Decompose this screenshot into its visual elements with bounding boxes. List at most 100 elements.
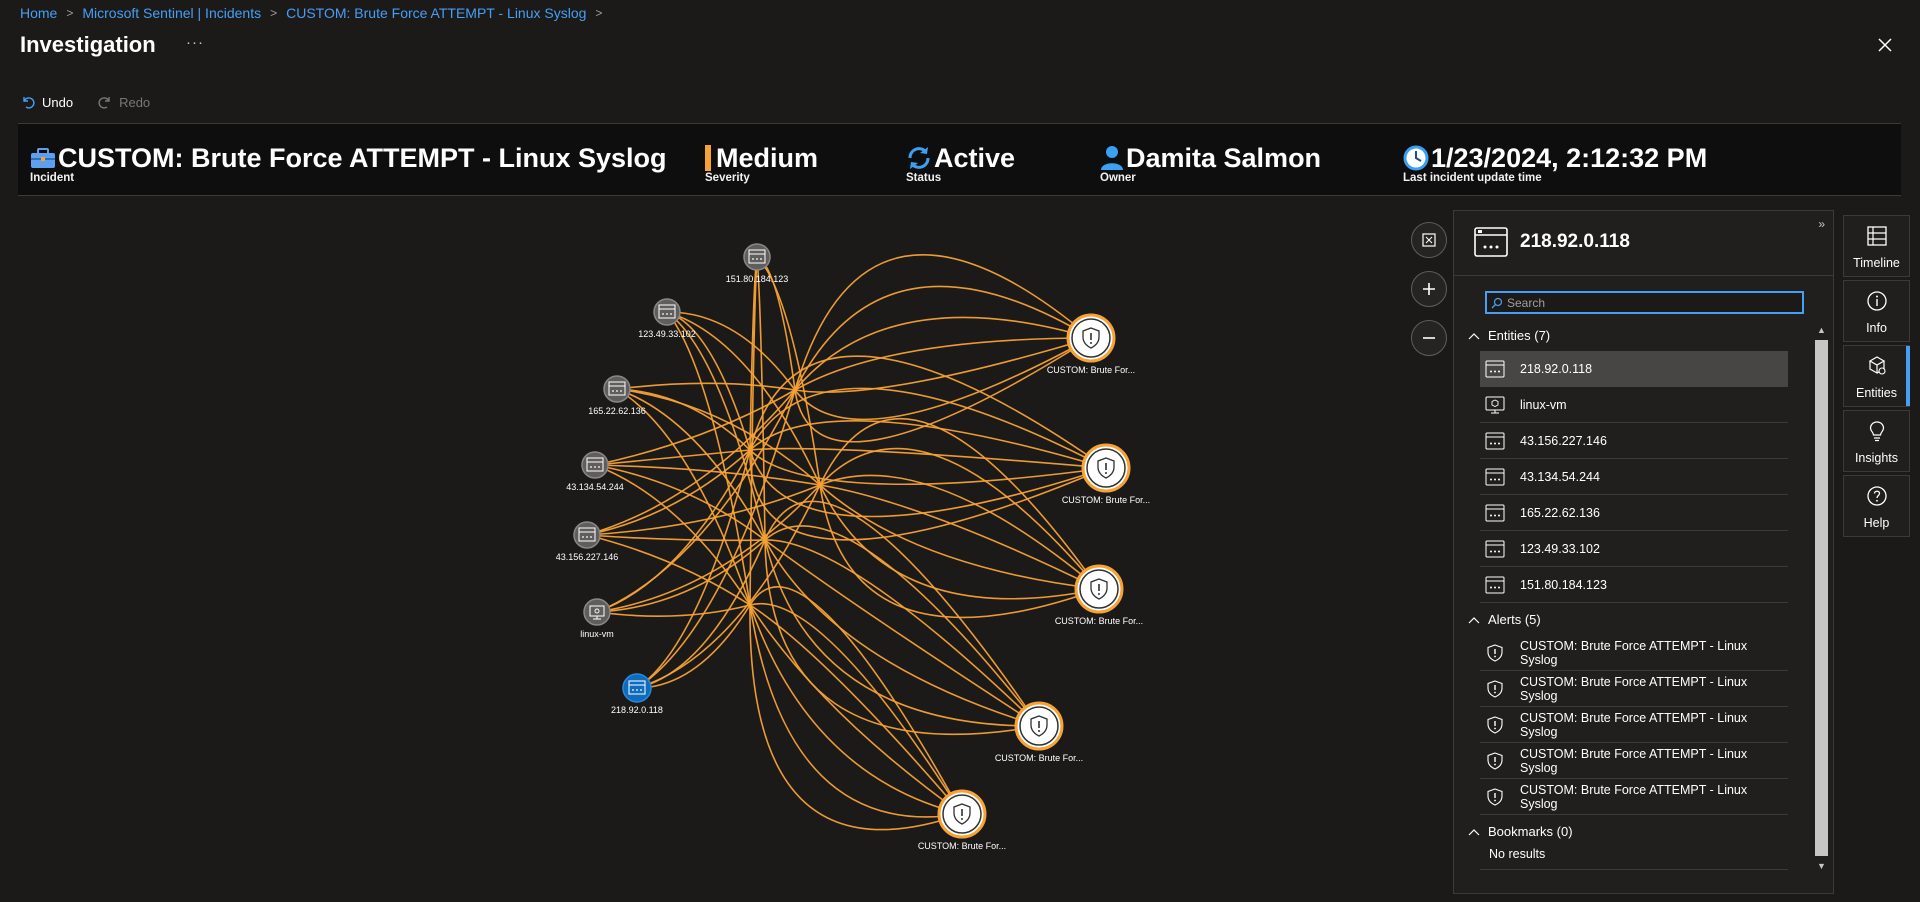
search-box[interactable] bbox=[1485, 291, 1804, 314]
graph-edge bbox=[596, 525, 1040, 727]
toolbar: Undo Redo bbox=[20, 94, 150, 110]
tab-entities[interactable]: Entities bbox=[1843, 345, 1910, 407]
scroll-down-arrow[interactable]: ▼ bbox=[1813, 858, 1830, 874]
breadcrumb-incidents[interactable]: Microsoft Sentinel | Incidents bbox=[82, 5, 261, 21]
ip-icon bbox=[1484, 360, 1506, 378]
scroll-up-arrow[interactable]: ▲ bbox=[1813, 322, 1830, 338]
alert-row[interactable]: CUSTOM: Brute Force ATTEMPT - Linux Sysl… bbox=[1480, 779, 1788, 815]
breadcrumb-home[interactable]: Home bbox=[20, 5, 57, 21]
redo-button[interactable]: Redo bbox=[97, 94, 150, 110]
entity-node-label: 43.156.227.146 bbox=[556, 552, 619, 562]
last-update-value: 1/23/2024, 2:12:32 PM bbox=[1431, 143, 1708, 173]
chevron-up-icon bbox=[1468, 616, 1480, 623]
entity-node-label: 123.49.33.102 bbox=[638, 329, 696, 339]
briefcase-icon bbox=[31, 148, 55, 168]
undo-label: Undo bbox=[42, 94, 74, 110]
graph-edge bbox=[666, 311, 1092, 421]
panel-list: Entities (7) 218.92.0.118 linux-vm 43.156.… bbox=[1454, 321, 1814, 881]
alert-row-label: CUSTOM: Brute Force ATTEMPT - Linux Sysl… bbox=[1519, 782, 1748, 811]
entities-icon bbox=[1866, 355, 1888, 386]
entity-row[interactable]: 43.156.227.146 bbox=[1480, 423, 1788, 459]
entity-node-circle bbox=[583, 598, 611, 626]
chevron-up-icon bbox=[1468, 332, 1480, 339]
ip-icon bbox=[1484, 576, 1506, 594]
incident-label: Incident bbox=[30, 172, 75, 184]
zoom-out-button[interactable] bbox=[1411, 320, 1447, 356]
search-input[interactable] bbox=[1507, 295, 1797, 310]
refresh-icon bbox=[908, 147, 930, 169]
redo-icon bbox=[98, 97, 110, 109]
bookmarks-empty: No results bbox=[1489, 847, 1546, 861]
alert-node-label: CUSTOM: Brute For... bbox=[918, 841, 1006, 851]
tab-timeline[interactable]: Timeline bbox=[1843, 215, 1910, 277]
fit-graph-button[interactable] bbox=[1411, 222, 1447, 258]
entity-node-ip[interactable]: 165.22.62.136 bbox=[588, 375, 646, 416]
zoom-in-button[interactable] bbox=[1411, 271, 1447, 307]
alert-node[interactable]: CUSTOM: Brute For... bbox=[1047, 313, 1135, 375]
entity-node-ip[interactable]: 218.92.0.118 bbox=[611, 673, 663, 715]
owner-summary: Damita Salmon Owner bbox=[1100, 144, 1321, 184]
entity-row[interactable]: 218.92.0.118 bbox=[1480, 351, 1788, 387]
shield-alert-icon bbox=[1484, 715, 1506, 734]
alert-node-label: CUSTOM: Brute For... bbox=[995, 753, 1083, 763]
chevron-right-icon: > bbox=[66, 6, 74, 20]
alert-node[interactable]: CUSTOM: Brute For... bbox=[995, 701, 1083, 763]
entity-node-circle bbox=[581, 451, 609, 479]
entity-row[interactable]: 123.49.33.102 bbox=[1480, 531, 1788, 567]
alert-row[interactable]: CUSTOM: Brute Force ATTEMPT - Linux Sysl… bbox=[1480, 671, 1788, 707]
alerts-section-toggle[interactable]: Alerts (5) bbox=[1468, 612, 1541, 627]
minus-icon bbox=[1423, 337, 1435, 339]
entity-node-ip[interactable]: 43.134.54.244 bbox=[566, 451, 624, 492]
breadcrumb-incident[interactable]: CUSTOM: Brute Force ATTEMPT - Linux Sysl… bbox=[286, 5, 586, 21]
chevron-right-icon: > bbox=[270, 6, 278, 20]
ip-icon bbox=[1484, 540, 1506, 558]
collapse-panel-button[interactable]: » bbox=[1818, 217, 1825, 231]
alert-node[interactable]: CUSTOM: Brute For... bbox=[1062, 443, 1150, 505]
close-button[interactable] bbox=[1874, 34, 1896, 56]
timeline-icon bbox=[1866, 225, 1888, 256]
alert-node[interactable]: CUSTOM: Brute For... bbox=[918, 789, 1006, 851]
graph-canvas[interactable]: 151.80.184.123 123.49.33.102 165.22.62.136… bbox=[0, 200, 1440, 902]
investigation-graph[interactable]: 151.80.184.123 123.49.33.102 165.22.62.136… bbox=[0, 200, 1440, 902]
entities-section-toggle[interactable]: Entities (7) bbox=[1468, 328, 1550, 343]
divider bbox=[1480, 869, 1788, 870]
status-value: Active bbox=[934, 143, 1016, 173]
shield-alert-icon bbox=[1484, 679, 1506, 698]
graph-edge bbox=[594, 447, 1107, 469]
bookmarks-section-toggle[interactable]: Bookmarks (0) bbox=[1468, 824, 1573, 839]
person-icon bbox=[1101, 146, 1123, 170]
tab-label: Insights bbox=[1854, 451, 1899, 465]
undo-icon bbox=[23, 97, 35, 109]
tab-help[interactable]: Help bbox=[1843, 475, 1910, 537]
alert-node-label: CUSTOM: Brute For... bbox=[1047, 365, 1135, 375]
alert-row[interactable]: CUSTOM: Brute Force ATTEMPT - Linux Sysl… bbox=[1480, 707, 1788, 743]
alert-row[interactable]: CUSTOM: Brute Force ATTEMPT - Linux Sysl… bbox=[1480, 635, 1788, 671]
lightbulb-icon bbox=[1866, 420, 1888, 451]
fit-screen-icon bbox=[1422, 233, 1436, 247]
panel-scrollbar[interactable]: ▲ ▼ bbox=[1813, 322, 1830, 874]
entity-row-label: 165.22.62.136 bbox=[1520, 505, 1600, 520]
tab-info[interactable]: Info bbox=[1843, 280, 1910, 342]
entity-row[interactable]: 165.22.62.136 bbox=[1480, 495, 1788, 531]
investigation-page: Home > Microsoft Sentinel | Incidents > … bbox=[0, 0, 1920, 902]
scrollbar-thumb[interactable] bbox=[1815, 340, 1828, 856]
entity-node-ip[interactable]: 123.49.33.102 bbox=[638, 298, 696, 339]
ip-icon bbox=[1484, 504, 1506, 522]
severity-value: Medium bbox=[716, 143, 819, 173]
chevron-up-icon bbox=[1468, 828, 1480, 835]
more-options-button[interactable]: ··· bbox=[186, 34, 204, 51]
undo-button[interactable]: Undo bbox=[20, 94, 73, 110]
tab-insights[interactable]: Insights bbox=[1843, 410, 1910, 472]
entities-header: Entities (7) bbox=[1488, 328, 1551, 343]
host-icon bbox=[1484, 396, 1506, 414]
alert-row[interactable]: CUSTOM: Brute Force ATTEMPT - Linux Sysl… bbox=[1480, 743, 1788, 779]
entity-row[interactable]: 43.134.54.244 bbox=[1480, 459, 1788, 495]
incident-summary: CUSTOM: Brute Force ATTEMPT - Linux Sysl… bbox=[30, 144, 667, 184]
ip-icon bbox=[1484, 432, 1506, 450]
entity-node-host[interactable]: linux-vm bbox=[580, 598, 614, 639]
entity-row-label: 43.156.227.146 bbox=[1520, 433, 1607, 448]
entity-row[interactable]: 151.80.184.123 bbox=[1480, 567, 1788, 603]
entity-row[interactable]: linux-vm bbox=[1480, 387, 1788, 423]
bookmarks-header: Bookmarks (0) bbox=[1488, 824, 1573, 839]
entity-node-ip[interactable]: 151.80.184.123 bbox=[726, 243, 789, 284]
